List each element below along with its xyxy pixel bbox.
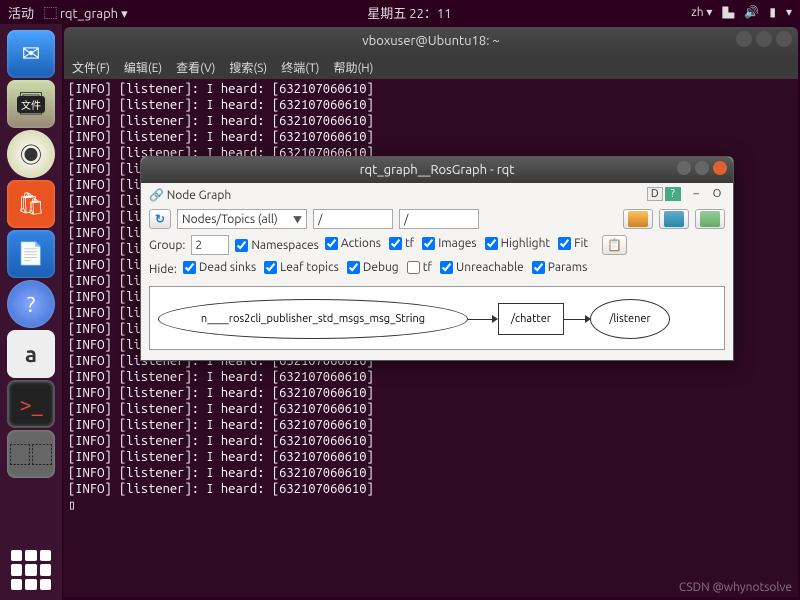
cb-label: tf bbox=[405, 237, 414, 250]
graph-node-publisher[interactable]: n____ros2cli_publisher_std_msgs_msg_Stri… bbox=[158, 299, 468, 339]
terminal-titlebar[interactable]: vboxuser@Ubuntu18: ~ bbox=[64, 27, 798, 55]
cb-images[interactable]: Images bbox=[422, 237, 476, 250]
rqt-minimize-icon[interactable] bbox=[677, 161, 691, 175]
cb-label: Debug bbox=[363, 261, 399, 274]
cb-label: Leaf topics bbox=[280, 261, 339, 274]
cb-label: Dead sinks bbox=[199, 261, 256, 274]
dock-software-icon[interactable]: 🛍 bbox=[7, 180, 55, 228]
dock-rqt-icon[interactable]: ⬚⬚ bbox=[7, 430, 55, 478]
terminal-menu-item[interactable]: 查看(V) bbox=[176, 59, 215, 76]
rqt-panel-header: 🔗 Node Graph D? – O bbox=[141, 183, 733, 206]
rqt-maximize-icon[interactable] bbox=[695, 161, 709, 175]
panel-d-button[interactable]: D bbox=[647, 187, 663, 201]
dock-files-badge: 文件 bbox=[17, 96, 45, 113]
terminal-menu-item[interactable]: 文件(F) bbox=[72, 59, 110, 76]
filter-combo-value: Nodes/Topics (all) bbox=[182, 213, 278, 226]
cb-leaf[interactable]: Leaf topics bbox=[264, 261, 339, 274]
save-button[interactable] bbox=[659, 209, 689, 229]
extra-button[interactable]: 📋 bbox=[602, 235, 627, 255]
cb-label: Params bbox=[548, 261, 588, 274]
cb-tf1[interactable]: tf bbox=[389, 237, 414, 250]
terminal-menu-item[interactable]: 终端(T) bbox=[281, 59, 319, 76]
dock-writer-icon[interactable]: 📄 bbox=[7, 230, 55, 278]
dock-terminal-icon[interactable]: >_ bbox=[7, 380, 55, 428]
terminal-close-icon[interactable] bbox=[776, 31, 792, 47]
graph-topic-chatter[interactable]: /chatter bbox=[498, 303, 564, 335]
cb-fit[interactable]: Fit bbox=[558, 237, 588, 250]
activities-button[interactable]: 活动 bbox=[8, 3, 34, 22]
cb-unreach[interactable]: Unreachable bbox=[440, 261, 524, 274]
dock-amazon-icon[interactable]: a bbox=[7, 330, 55, 378]
namespaces-label: Namespaces bbox=[251, 239, 319, 252]
cb-label: Unreachable bbox=[456, 261, 524, 274]
system-menu-icon[interactable]: ▾ bbox=[786, 5, 792, 19]
terminal-menubar: 文件(F) 编辑(E) 查看(V) 搜索(S) 终端(T) 帮助(H) bbox=[64, 55, 798, 79]
cb-label: Highlight bbox=[501, 237, 551, 250]
cb-params[interactable]: Params bbox=[532, 261, 588, 274]
open-button[interactable] bbox=[623, 209, 653, 229]
group-label: Group: bbox=[149, 239, 185, 252]
rqt-titlebar[interactable]: rqt_graph__RosGraph - rqt bbox=[141, 157, 733, 183]
dock-thunderbird-icon[interactable]: ✉ bbox=[7, 30, 55, 78]
panel-minimize-button[interactable]: – bbox=[688, 188, 704, 202]
graph-node-listener[interactable]: /listener bbox=[590, 299, 670, 339]
network-icon[interactable]: ▙ bbox=[722, 4, 734, 21]
hide-label: Hide: bbox=[149, 263, 177, 276]
cb-highlight[interactable]: Highlight bbox=[485, 237, 551, 250]
terminal-menu-item[interactable]: 编辑(E) bbox=[124, 59, 162, 76]
filter-combo[interactable]: Nodes/Topics (all) bbox=[177, 209, 307, 229]
rqt-window: rqt_graph__RosGraph - rqt 🔗 Node Graph D… bbox=[140, 156, 734, 361]
top-panel: 活动 ⬚ rqt_graph ▾ 星期五 22：11 zh ▾ ▙ 🔊 ▮ ▾ bbox=[0, 0, 800, 24]
dock-help-icon[interactable]: ? bbox=[7, 280, 55, 328]
cb-label: Fit bbox=[574, 237, 588, 250]
watermark: CSDN @whynotsolve bbox=[679, 581, 792, 594]
active-app-label[interactable]: ⬚ rqt_graph ▾ bbox=[44, 3, 128, 22]
terminal-minimize-icon[interactable] bbox=[736, 31, 752, 47]
graph-canvas[interactable]: n____ros2cli_publisher_std_msgs_msg_Stri… bbox=[149, 286, 725, 350]
refresh-button[interactable]: ↻ bbox=[149, 209, 171, 229]
app-grid-icon[interactable] bbox=[11, 550, 51, 590]
dock-rhythmbox-icon[interactable]: ◉ bbox=[7, 130, 55, 178]
cb-tf2[interactable]: tf bbox=[407, 261, 432, 274]
terminal-menu-item[interactable]: 搜索(S) bbox=[229, 59, 267, 76]
image-icon bbox=[700, 211, 720, 227]
terminal-maximize-icon[interactable] bbox=[756, 31, 772, 47]
rqt-close-icon[interactable] bbox=[713, 161, 727, 175]
panel-label: Node Graph bbox=[167, 189, 232, 202]
cb-label: tf bbox=[423, 261, 432, 274]
folder-icon bbox=[628, 211, 648, 227]
cb-actions[interactable]: Actions bbox=[325, 237, 381, 250]
language-indicator[interactable]: zh ▾ bbox=[691, 5, 712, 19]
panel-help-button[interactable]: ? bbox=[665, 187, 681, 201]
group-value: 2 bbox=[195, 239, 202, 252]
cb-namespaces[interactable]: Namespaces bbox=[235, 239, 319, 252]
battery-icon[interactable]: ▮ bbox=[769, 5, 776, 19]
dock-files-icon[interactable]: 🗄文件 bbox=[7, 80, 55, 128]
filter-input-1[interactable]: / bbox=[313, 209, 393, 229]
terminal-menu-item[interactable]: 帮助(H) bbox=[333, 59, 373, 76]
active-app-name: rqt_graph bbox=[60, 7, 118, 21]
image-button[interactable] bbox=[695, 209, 725, 229]
volume-icon[interactable]: 🔊 bbox=[744, 5, 759, 19]
cb-dead[interactable]: Dead sinks bbox=[183, 261, 256, 274]
node-graph-icon: 🔗 bbox=[149, 189, 164, 202]
panel-o-button[interactable]: O bbox=[709, 188, 725, 202]
cb-label: Images bbox=[438, 237, 476, 250]
filter-input-2[interactable]: / bbox=[399, 209, 479, 229]
clock[interactable]: 星期五 22：11 bbox=[128, 3, 692, 22]
cb-debug[interactable]: Debug bbox=[347, 261, 399, 274]
cb-label: Actions bbox=[341, 237, 381, 250]
dock: ✉ 🗄文件 ◉ 🛍 📄 ? a >_ ⬚⬚ bbox=[0, 24, 62, 600]
save-icon bbox=[664, 211, 684, 227]
group-spinner[interactable]: 2 bbox=[191, 235, 229, 255]
terminal-title: vboxuser@Ubuntu18: ~ bbox=[362, 34, 499, 48]
rqt-title: rqt_graph__RosGraph - rqt bbox=[360, 163, 515, 177]
